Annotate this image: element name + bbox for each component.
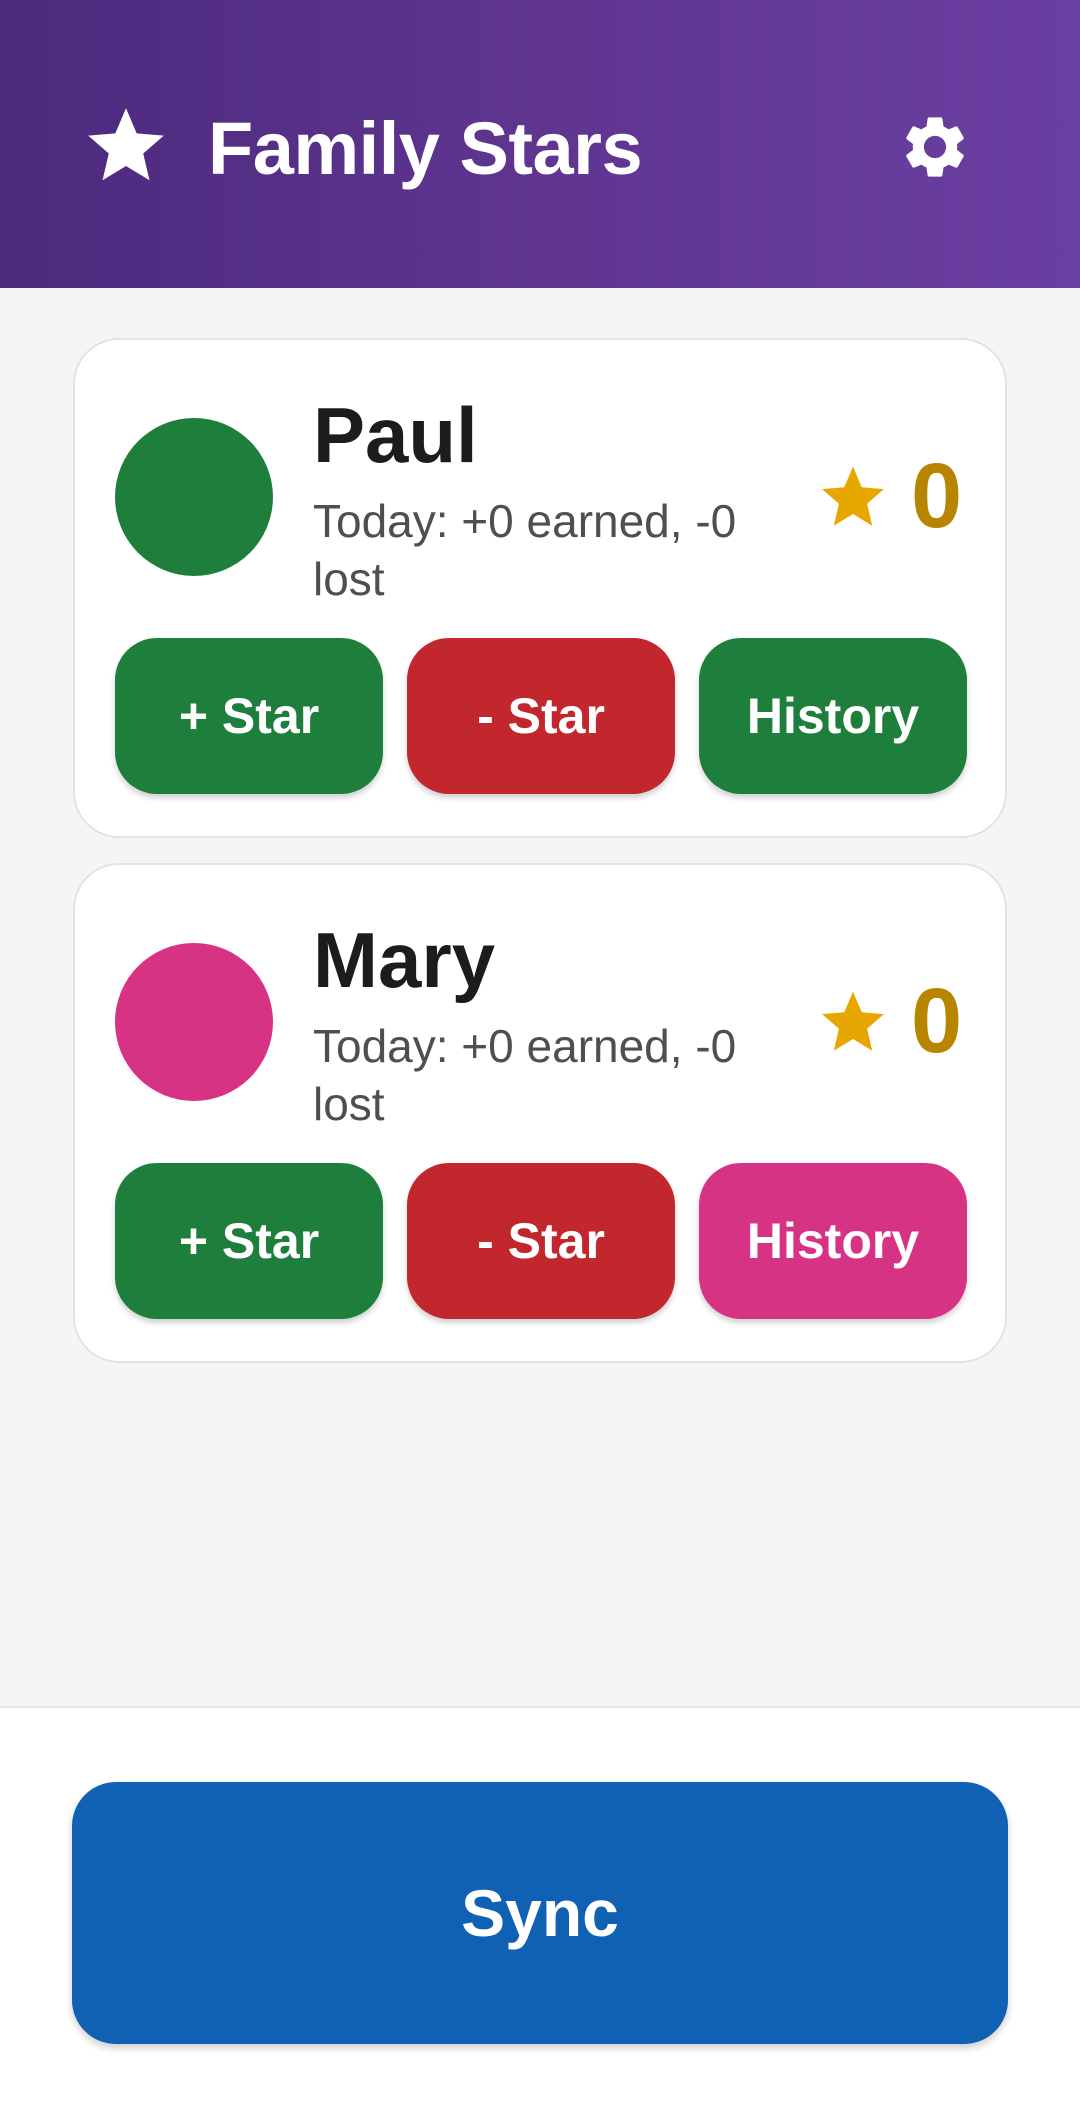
- remove-star-button[interactable]: - Star: [407, 1163, 675, 1319]
- sync-button[interactable]: Sync: [72, 1782, 1008, 2044]
- remove-star-button[interactable]: - Star: [407, 638, 675, 794]
- gear-icon: [906, 117, 964, 177]
- kid-name: Paul: [313, 391, 478, 479]
- add-star-button[interactable]: + Star: [115, 1163, 383, 1319]
- footer-bar: Sync: [0, 1706, 1080, 2118]
- kid-today-summary: Today: +0 earned, -0 lost: [313, 1020, 737, 1130]
- history-button[interactable]: History: [699, 1163, 967, 1319]
- kids-list: Paul Today: +0 earned, -0 lost 0 + Star …: [0, 288, 1080, 1706]
- star-icon: [80, 100, 172, 188]
- app-header: Family Stars: [0, 0, 1080, 288]
- star-count: 0: [911, 970, 963, 1072]
- avatar: [115, 418, 273, 576]
- star-icon: [815, 985, 891, 1057]
- app-title: Family Stars: [208, 107, 643, 190]
- kid-card-mary: Mary Today: +0 earned, -0 lost 0 + Star …: [73, 863, 1007, 1363]
- app: Family Stars Paul Today: +0 earned, -0 l…: [0, 0, 1080, 2118]
- kid-today-summary: Today: +0 earned, -0 lost: [313, 495, 737, 605]
- star-count: 0: [911, 445, 963, 547]
- avatar: [115, 943, 273, 1101]
- settings-button[interactable]: [898, 110, 972, 184]
- kid-card-paul: Paul Today: +0 earned, -0 lost 0 + Star …: [73, 338, 1007, 838]
- kid-name: Mary: [313, 916, 496, 1004]
- add-star-button[interactable]: + Star: [115, 638, 383, 794]
- history-button[interactable]: History: [699, 638, 967, 794]
- star-icon: [815, 460, 891, 532]
